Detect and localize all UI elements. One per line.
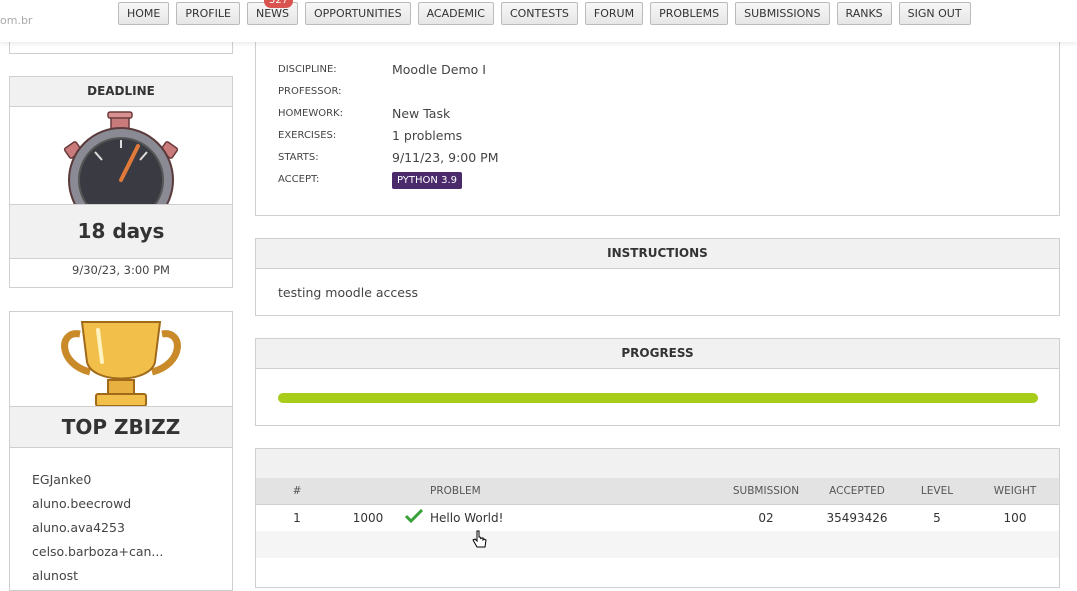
progress-track [278,393,1038,403]
problem-weight: 100 [1003,510,1027,525]
homework-label: HOMEWORK: [278,108,343,119]
check-icon [398,504,430,531]
nav-forum[interactable]: FORUM [584,2,644,25]
nav-news-label: NEWS [255,7,290,20]
table-row[interactable]: 1 1000 Hello World! 02 35493426 5 100 [256,504,1059,531]
col-number: # [256,478,338,505]
hand-cursor-icon [472,530,488,550]
exercises-value: 1 problems [392,128,463,143]
professor-label: PROFESSOR: [278,86,342,97]
top-users-list: EGJanke0 aluno.beecrowd aluno.ava4253 ce… [32,468,163,588]
nav-contests[interactable]: CONTESTS [500,2,578,25]
discipline-label: DISCIPLINE: [278,64,337,75]
nav-sign-out[interactable]: SIGN OUT [898,2,971,25]
top-user-link[interactable]: alunost [32,564,163,588]
starts-label: STARTS: [278,152,319,163]
problems-panel-header [256,449,1059,478]
problems-table: # PROBLEM SUBMISSION ACCEPTED LEVEL WEIG… [256,478,1059,558]
main-nav: HOME PROFILE NEWS 527 OPPORTUNITIES ACAD… [118,0,971,25]
nav-academic[interactable]: ACADEMIC [417,2,494,25]
problems-header-row: # PROBLEM SUBMISSION ACCEPTED LEVEL WEIG… [256,478,1059,505]
deadline-date: 9/30/23, 3:00 PM [72,263,170,277]
homework-info-panel: DISCIPLINE: Moodle Demo I PROFESSOR: HOM… [255,30,1060,216]
nav-home[interactable]: HOME [118,2,170,25]
accept-label: ACCEPT: [278,174,320,185]
deadline-remaining: 18 days [10,204,232,259]
nav-news[interactable]: NEWS 527 [246,0,299,25]
col-status [398,478,430,505]
stopwatch-icon [10,108,232,204]
instructions-title: INSTRUCTIONS [256,239,1059,269]
problems-panel: # PROBLEM SUBMISSION ACCEPTED LEVEL WEIG… [255,448,1060,588]
progress-title: PROGRESS [256,339,1059,369]
top-user-link[interactable]: celso.barboza+can... [32,540,163,564]
top-user-link[interactable]: aluno.ava4253 [32,516,163,540]
problem-id[interactable]: 1000 [338,504,398,531]
site-domain: om.br [0,14,33,27]
col-accepted: ACCEPTED [811,478,903,505]
col-level: LEVEL [903,478,971,505]
problem-level: 5 [933,510,941,525]
homework-details: DISCIPLINE: Moodle Demo I PROFESSOR: HOM… [278,62,1038,204]
top-ranking-title: TOP ZBIZZ [10,406,232,448]
accepted-id[interactable]: 35493426 [811,504,903,531]
col-problem: PROBLEM [430,478,721,505]
instructions-text: testing moodle access [278,285,418,300]
row-number: 1 [293,510,301,525]
language-badge: PYTHON 3.9 [392,172,462,189]
submission-count: 02 [758,510,774,525]
progress-fill [278,393,1038,403]
discipline-value: Moodle Demo I [392,62,486,77]
empty-row [256,531,1059,558]
trophy-icon [10,312,232,406]
top-user-link[interactable]: aluno.beecrowd [32,492,163,516]
nav-ranks[interactable]: RANKS [836,2,892,25]
top-ranking-panel: TOP ZBIZZ EGJanke0 aluno.beecrowd aluno.… [9,311,233,591]
nav-opportunities[interactable]: OPPORTUNITIES [305,2,411,25]
nav-submissions[interactable]: SUBMISSIONS [735,2,830,25]
col-weight: WEIGHT [971,478,1059,505]
nav-problems[interactable]: PROBLEMS [650,2,729,25]
col-id [338,478,398,505]
problem-name-link[interactable]: Hello World! [430,504,721,531]
nav-profile[interactable]: PROFILE [176,2,240,25]
top-navbar: om.br HOME PROFILE NEWS 527 OPPORTUNITIE… [0,0,1077,42]
deadline-title: DEADLINE [10,77,232,107]
news-count-badge: 527 [263,0,294,8]
starts-value: 9/11/23, 9:00 PM [392,150,499,165]
progress-panel: PROGRESS [255,338,1060,426]
exercises-label: EXERCISES: [278,130,337,141]
top-user-link[interactable]: EGJanke0 [32,468,163,492]
deadline-panel: DEADLINE 18 days 9/30/23, 3:00 PM [9,76,233,288]
homework-value: New Task [392,106,451,121]
col-submission: SUBMISSION [721,478,811,505]
instructions-panel: INSTRUCTIONS testing moodle access [255,238,1060,316]
